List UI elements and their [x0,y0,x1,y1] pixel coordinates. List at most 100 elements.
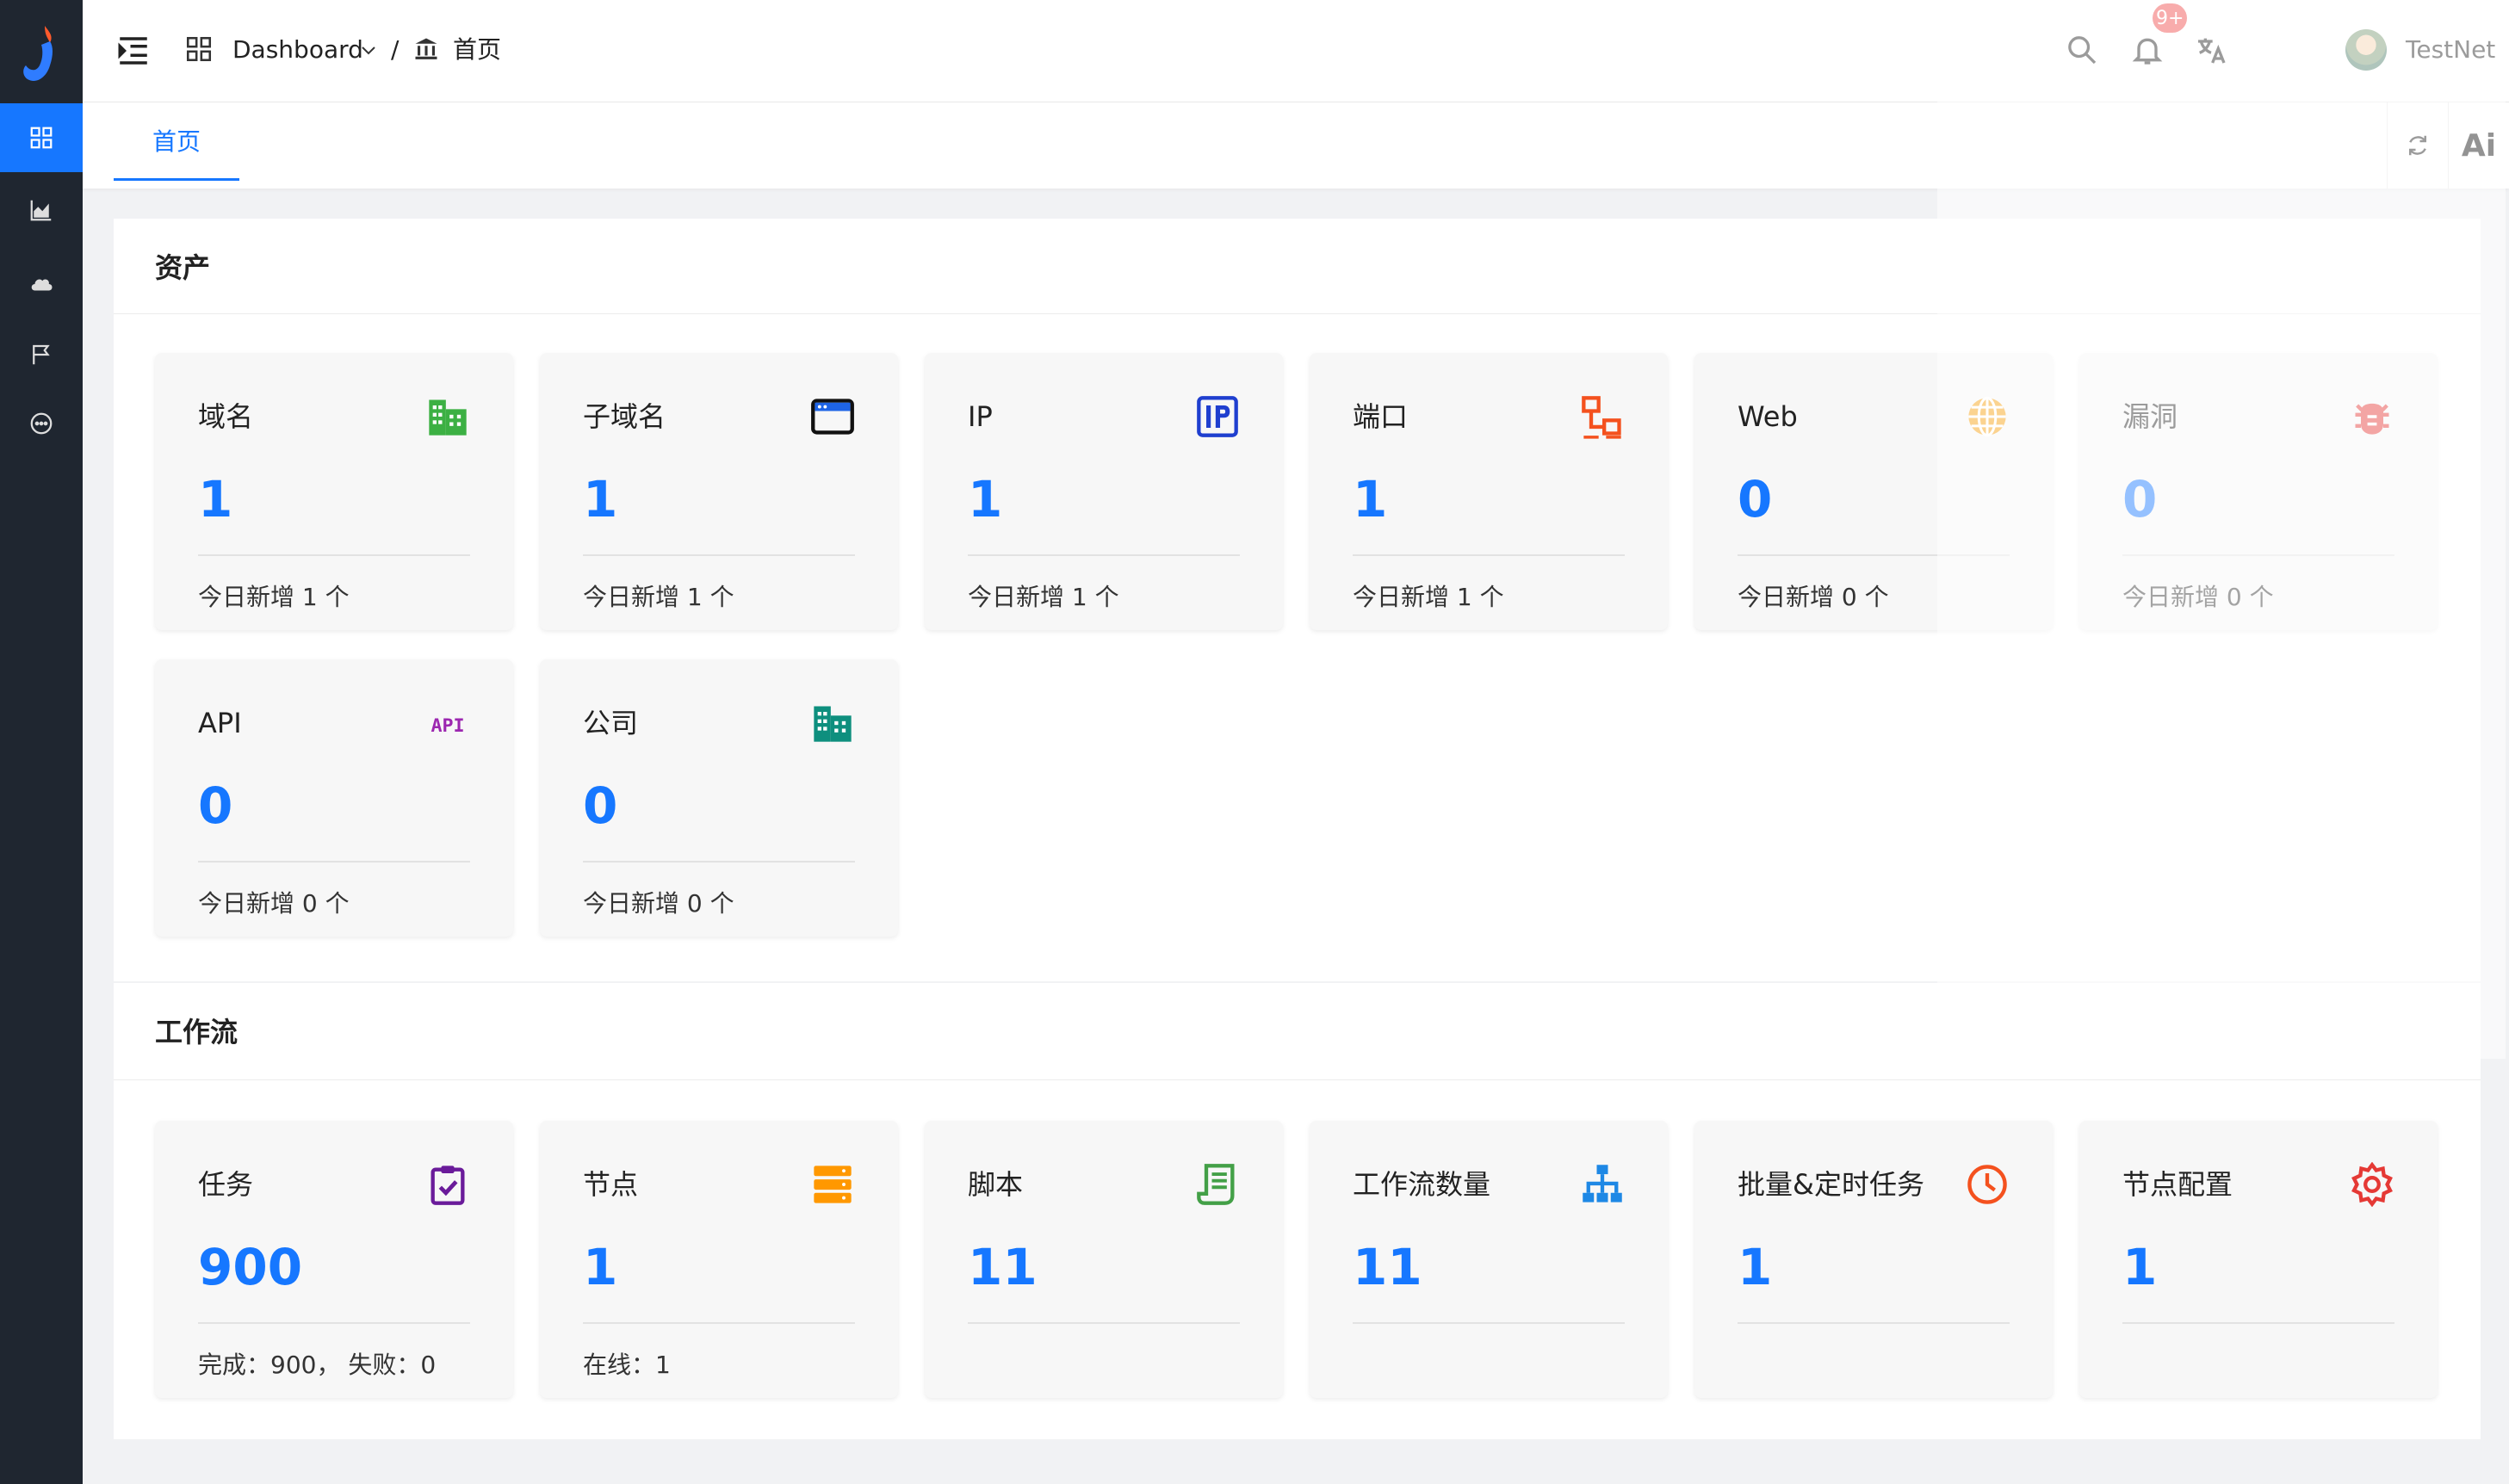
card-divider [198,1322,470,1324]
breadcrumb-separator: / [391,35,400,64]
card-value: 0 [198,776,233,835]
app-logo-icon[interactable] [15,21,67,90]
api-icon: API [425,701,470,745]
avatar[interactable] [2345,29,2387,71]
card-divider [583,554,855,556]
workflow-divider [114,1079,2481,1080]
sidebar-item-chart[interactable] [0,176,83,244]
card-divider [2122,554,2394,556]
ip-icon [1195,394,1240,439]
card-value: 1 [968,470,1003,529]
card-title: 节点 [583,1168,639,1201]
stat-card[interactable]: 子域名 1 今日新增 1 个 [540,353,898,630]
stat-card[interactable]: 公司 0 今日新增 0 个 [540,659,898,937]
tab-home[interactable]: 首页 [114,102,239,181]
card-title: 批量&定时任务 [1738,1168,1924,1201]
workflow-section-title: 工作流 [155,1016,239,1048]
globe-icon [1965,394,2010,439]
assets-section-title: 资产 [155,251,211,284]
card-value: 1 [1738,1238,1773,1296]
card-subtitle: 今日新增 1 个 [1353,583,1504,611]
card-title: Web [1738,400,1798,433]
card-subtitle: 今日新增 0 个 [2122,583,2274,611]
card-divider [968,1322,1240,1324]
bank-home-icon [415,38,437,59]
card-value: 11 [1353,1238,1422,1296]
sidebar-item-flag[interactable] [0,320,83,389]
stat-card[interactable]: 批量&定时任务 1 [1694,1121,2053,1398]
sidebar-item-dashboard[interactable] [0,103,83,172]
card-value: 0 [1738,470,1773,529]
card-divider [583,861,855,863]
tab-bar: 首页 Ai [83,102,2509,189]
chevron-down-icon[interactable] [358,40,379,60]
stat-card[interactable]: 节点 1 在线：1 [540,1121,898,1398]
script-icon [1195,1162,1240,1207]
card-title: 子域名 [583,400,666,433]
user-name[interactable]: TestNet [2406,33,2495,67]
card-title: IP [968,400,993,433]
sidebar [0,0,83,1484]
assets-divider [114,313,2481,314]
card-value: 1 [583,1238,618,1296]
stat-card[interactable]: Web 0 今日新增 0 个 [1694,353,2053,630]
stat-card[interactable]: IP 1 今日新增 1 个 [925,353,1283,630]
area-chart-icon [30,200,52,221]
sidebar-item-cloud[interactable] [0,250,83,318]
card-title: 任务 [198,1168,254,1201]
card-divider [1353,554,1625,556]
stat-card[interactable]: 域名 1 今日新增 1 个 [155,353,513,630]
card-title: 节点配置 [2122,1168,2233,1201]
stat-card[interactable]: 节点配置 1 [2079,1121,2438,1398]
refresh-icon [2409,135,2426,156]
stat-card[interactable]: 脚本 11 [925,1121,1283,1398]
tab-tools: Ai [2387,102,2509,189]
cloud-icon [31,279,53,291]
card-value: 900 [198,1238,303,1296]
stat-card[interactable]: 漏洞 0 今日新增 0 个 [2079,353,2438,630]
card-title: 公司 [583,707,639,739]
card-subtitle: 今日新增 0 个 [198,889,350,918]
stat-card[interactable]: API API 0 今日新增 0 个 [155,659,513,937]
search-icon[interactable] [2065,33,2099,67]
card-divider [198,554,470,556]
stat-card[interactable]: 工作流数量 11 [1310,1121,1668,1398]
card-value: 1 [1353,470,1388,529]
notification-badge: 9+ [2153,3,2188,33]
card-title: 工作流数量 [1353,1168,1491,1201]
bell-icon[interactable] [2130,33,2165,67]
card-title: API [198,707,242,739]
card-title: 域名 [198,400,254,433]
card-divider [198,861,470,863]
browser-window-icon [810,394,855,439]
breadcrumb-dashboard[interactable]: Dashboard [232,33,363,67]
card-value: 1 [583,470,618,529]
company-icon [810,701,855,745]
card-subtitle: 今日新增 0 个 [583,889,734,918]
card-subtitle: 在线：1 [583,1351,671,1379]
card-subtitle: 今日新增 0 个 [1738,583,1889,611]
stat-card[interactable]: 任务 900 完成：900， 失败：0 [155,1121,513,1398]
card-divider [1353,1322,1625,1324]
refresh-button[interactable] [2387,102,2448,189]
building-icon [425,394,470,439]
breadcrumb-current-page: 首页 [453,35,502,64]
assets-panel: 资产 域名 1 今日新增 1 个 子域名 1 今日新增 1 个 IP 1 今日新… [114,219,2481,981]
bug-icon [2350,394,2394,439]
svg-text:API: API [431,715,464,737]
gear-icon [2350,1161,2394,1208]
sidebar-item-chat[interactable] [0,389,83,458]
card-subtitle: 今日新增 1 个 [583,583,734,611]
menu-toggle-icon[interactable] [115,33,152,69]
card-subtitle: 今日新增 1 个 [968,583,1119,611]
sitemap-icon [1580,1162,1625,1207]
card-subtitle: 今日新增 1 个 [198,583,350,611]
card-value: 0 [2122,470,2158,529]
card-value: 11 [968,1238,1038,1296]
card-title: 漏洞 [2122,400,2178,433]
translate-icon[interactable] [2194,33,2228,67]
ai-label: Ai [2461,127,2497,164]
ai-button[interactable]: Ai [2448,102,2509,189]
card-value: 1 [198,470,233,529]
stat-card[interactable]: 端口 1 今日新增 1 个 [1310,353,1668,630]
